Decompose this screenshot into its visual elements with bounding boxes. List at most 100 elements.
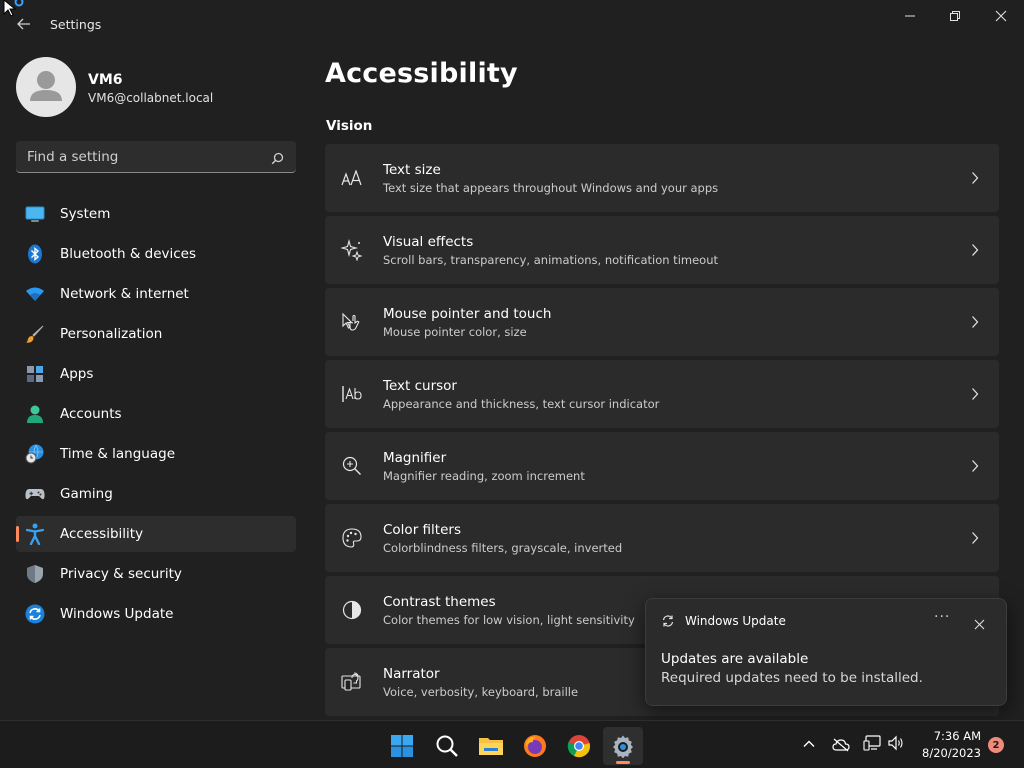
close-button[interactable]: [981, 4, 1021, 28]
restore-button[interactable]: [935, 4, 975, 28]
settings-icon: [613, 735, 633, 758]
apps-icon: [25, 364, 45, 384]
sidebar-item-bluetooth[interactable]: Bluetooth & devices: [16, 236, 296, 272]
minimize-icon: [905, 15, 915, 17]
card-subtitle: Text size that appears throughout Window…: [383, 181, 719, 195]
more-options-button[interactable]: ···: [934, 609, 950, 625]
sidebar-item-windows-update[interactable]: Windows Update: [16, 596, 296, 632]
sidebar-item-label: Privacy & security: [60, 566, 182, 582]
user-profile[interactable]: VM6 VM6@collabnet.local: [16, 57, 306, 119]
bluetooth-icon: [25, 244, 45, 264]
sidebar-item-network[interactable]: Network & internet: [16, 276, 296, 312]
firefox-button[interactable]: [515, 727, 555, 765]
taskbar-search-button[interactable]: [427, 727, 467, 765]
update-notification-toast[interactable]: Windows Update ··· Updates are available…: [645, 598, 1007, 706]
start-icon: [391, 735, 413, 757]
sidebar-item-time-language[interactable]: Time & language: [16, 436, 296, 472]
search-icon: [436, 735, 458, 757]
chrome-button[interactable]: [559, 727, 599, 765]
shield-icon: [25, 564, 45, 584]
card-magnifier[interactable]: Magnifier Magnifier reading, zoom increm…: [325, 432, 999, 500]
card-subtitle: Color themes for low vision, light sensi…: [383, 613, 635, 627]
pointer-touch-icon: [341, 311, 363, 333]
sidebar-item-accessibility[interactable]: Accessibility: [16, 516, 296, 552]
system-icon: [25, 204, 45, 224]
chevron-right-icon: [971, 170, 979, 189]
sparkle-icon: [341, 239, 363, 261]
title-bar: Settings: [0, 0, 1024, 48]
card-title: Narrator: [383, 666, 440, 682]
card-title: Text cursor: [383, 378, 457, 394]
contrast-icon: [341, 599, 363, 621]
volume-tray-button[interactable]: [888, 735, 904, 755]
card-title: Visual effects: [383, 234, 474, 250]
back-arrow-icon: [17, 18, 30, 30]
chrome-icon: [567, 735, 590, 758]
toast-heading: Updates are available: [661, 651, 809, 667]
search-box[interactable]: Find a setting: [16, 141, 296, 173]
file-explorer-icon: [479, 738, 503, 755]
card-subtitle: Mouse pointer color, size: [383, 325, 527, 339]
network-tray-button[interactable]: [863, 735, 881, 755]
chevron-right-icon: [971, 530, 979, 549]
toast-body: Required updates need to be installed.: [661, 670, 923, 686]
clock-time[interactable]: 7:36 AM: [921, 729, 981, 743]
card-visual-effects[interactable]: Visual effects Scroll bars, transparency…: [325, 216, 999, 284]
chevron-right-icon: [971, 386, 979, 405]
card-title: Magnifier: [383, 450, 447, 466]
onedrive-tray-button[interactable]: [832, 737, 850, 756]
palette-icon: [341, 527, 363, 549]
sidebar-item-personalization[interactable]: Personalization: [16, 316, 296, 352]
update-icon: [25, 604, 45, 624]
card-mouse-pointer-touch[interactable]: Mouse pointer and touch Mouse pointer co…: [325, 288, 999, 356]
wifi-icon: [25, 284, 45, 304]
magnifier-icon: [341, 455, 363, 477]
sidebar-item-label: Apps: [60, 366, 94, 382]
card-title: Text size: [383, 162, 441, 178]
show-hidden-icons-button[interactable]: [803, 735, 815, 754]
toast-close-button[interactable]: [974, 615, 985, 634]
cloud-offline-icon: [832, 738, 850, 752]
sidebar-item-label: System: [60, 206, 111, 222]
sidebar-item-label: Personalization: [60, 326, 163, 342]
back-button[interactable]: [12, 12, 36, 36]
sidebar-nav: System Bluetooth & devices Network & int…: [16, 196, 296, 636]
narrator-icon: [341, 671, 363, 693]
card-subtitle: Colorblindness filters, grayscale, inver…: [383, 541, 623, 555]
volume-icon: [888, 735, 903, 751]
card-subtitle: Magnifier reading, zoom increment: [383, 469, 585, 483]
sidebar-item-label: Network & internet: [60, 286, 189, 302]
text-size-icon: [341, 167, 363, 189]
sidebar-item-label: Time & language: [60, 446, 176, 462]
close-icon: [995, 10, 1007, 22]
card-title: Contrast themes: [383, 594, 496, 610]
sidebar-item-system[interactable]: System: [16, 196, 296, 232]
notification-count-badge[interactable]: 2: [988, 737, 1004, 753]
sidebar-item-label: Windows Update: [60, 606, 174, 622]
user-avatar-icon: [30, 71, 62, 101]
search-input[interactable]: Find a setting: [27, 149, 118, 165]
firefox-icon: [524, 735, 546, 757]
sidebar-item-apps[interactable]: Apps: [16, 356, 296, 392]
chevron-up-icon: [803, 740, 815, 747]
close-icon: [974, 619, 985, 630]
brush-icon: [25, 324, 45, 344]
window-title: Settings: [50, 17, 102, 32]
settings-taskbar-button[interactable]: [603, 727, 643, 765]
card-subtitle: Voice, verbosity, keyboard, braille: [383, 685, 579, 699]
text-cursor-icon: [341, 383, 363, 405]
sidebar-item-accounts[interactable]: Accounts: [16, 396, 296, 432]
avatar: [16, 57, 76, 117]
clock-date[interactable]: 8/20/2023: [921, 746, 981, 760]
minimize-button[interactable]: [890, 4, 930, 28]
card-text-size[interactable]: Text size Text size that appears through…: [325, 144, 999, 212]
search-icon[interactable]: [271, 150, 284, 169]
sidebar-item-label: Accessibility: [60, 526, 144, 542]
card-color-filters[interactable]: Color filters Colorblindness filters, gr…: [325, 504, 999, 572]
file-explorer-button[interactable]: [471, 727, 511, 765]
sidebar-item-privacy-security[interactable]: Privacy & security: [16, 556, 296, 592]
sidebar-item-gaming[interactable]: Gaming: [16, 476, 296, 512]
chevron-right-icon: [971, 314, 979, 333]
start-button[interactable]: [382, 727, 422, 765]
card-text-cursor[interactable]: Text cursor Appearance and thickness, te…: [325, 360, 999, 428]
